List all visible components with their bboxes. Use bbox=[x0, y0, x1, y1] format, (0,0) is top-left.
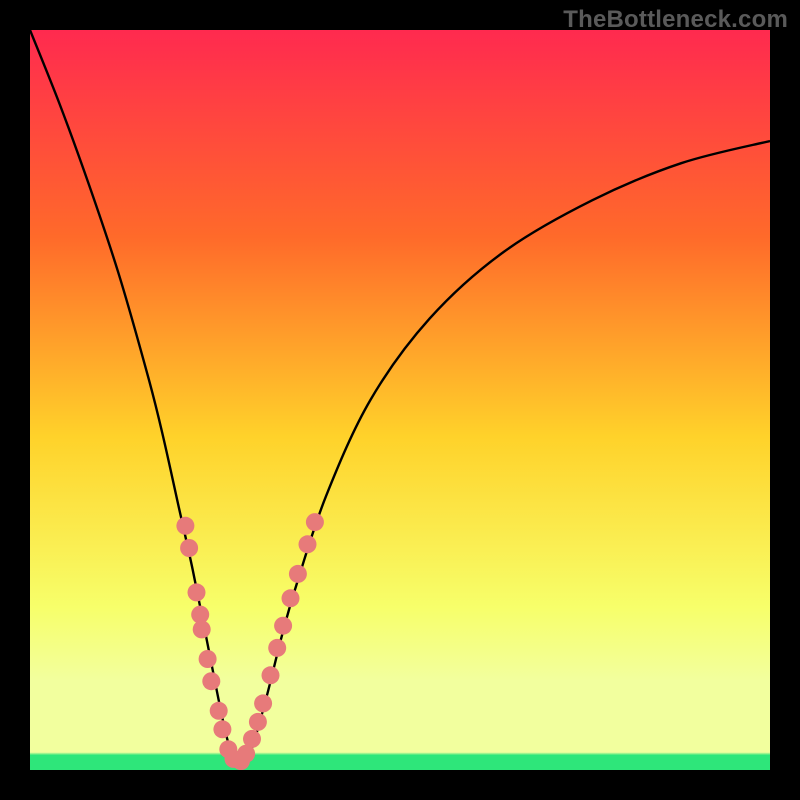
data-dot bbox=[199, 650, 217, 668]
data-dot bbox=[254, 694, 272, 712]
data-dot bbox=[282, 589, 300, 607]
data-dot bbox=[306, 513, 324, 531]
data-dot bbox=[210, 702, 228, 720]
plot-area bbox=[30, 30, 770, 770]
chart-frame: TheBottleneck.com bbox=[0, 0, 800, 800]
data-dot bbox=[274, 617, 292, 635]
data-dot bbox=[176, 517, 194, 535]
gradient-background bbox=[30, 30, 770, 770]
data-dot bbox=[299, 535, 317, 553]
data-dot bbox=[262, 666, 280, 684]
data-dot bbox=[193, 620, 211, 638]
data-dot bbox=[243, 730, 261, 748]
data-dot bbox=[268, 639, 286, 657]
data-dot bbox=[202, 672, 220, 690]
data-dot bbox=[188, 583, 206, 601]
data-dot bbox=[289, 565, 307, 583]
data-dot bbox=[180, 539, 198, 557]
bottleneck-chart bbox=[30, 30, 770, 770]
data-dot bbox=[213, 720, 231, 738]
data-dot bbox=[249, 713, 267, 731]
